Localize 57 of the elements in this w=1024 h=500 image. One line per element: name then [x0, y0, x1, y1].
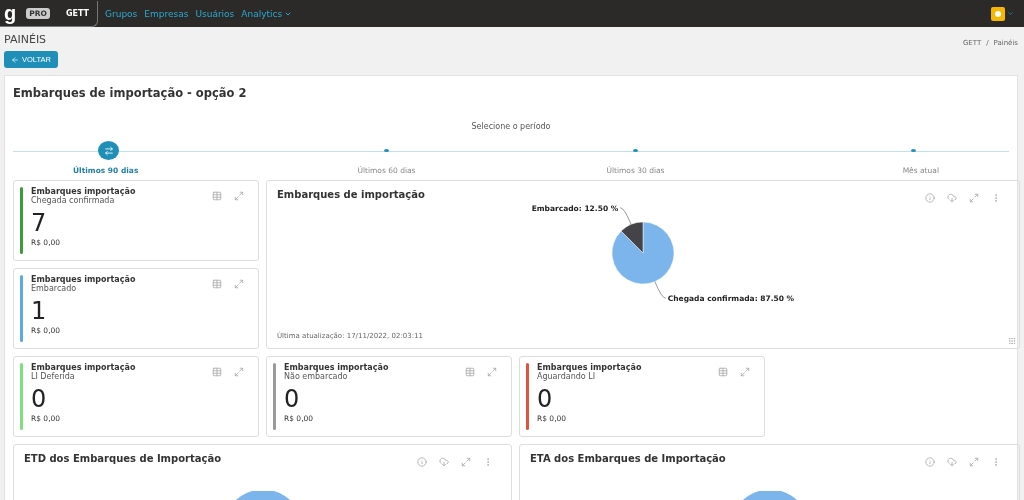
expand-icon[interactable] [740, 367, 750, 377]
nav-link[interactable]: Analytics [241, 8, 293, 19]
caret-icon[interactable] [1007, 10, 1014, 17]
card-value: 0 [284, 385, 301, 413]
table-icon[interactable] [465, 367, 475, 377]
table-icon[interactable] [212, 279, 222, 289]
card-subtitle: Embarcado [31, 284, 77, 293]
table-icon[interactable] [718, 367, 728, 377]
arrow-left-icon [11, 55, 19, 64]
expand-icon[interactable] [969, 193, 979, 203]
card-value: 0 [537, 385, 554, 413]
info-icon[interactable] [925, 457, 935, 467]
leader-line [654, 281, 667, 299]
nav-link[interactable]: Usuários [195, 8, 235, 19]
page-title: PAINÉIS [4, 33, 48, 46]
table-icon[interactable] [212, 367, 222, 377]
period-step[interactable] [384, 149, 389, 152]
card-subtitle: LI Deferida [31, 372, 75, 381]
expand-icon[interactable] [234, 191, 244, 201]
card-value: 0 [31, 385, 48, 413]
panel-title: Embarques de importação - opção 2 [13, 85, 248, 100]
card-title: Embarques importação [31, 187, 137, 196]
cloud-download-icon[interactable] [439, 457, 449, 467]
chart-title: ETA dos Embarques de Importação [530, 453, 726, 464]
expand-icon[interactable] [969, 457, 979, 467]
period-step[interactable] [911, 149, 916, 152]
card-title: Embarques importação [31, 363, 137, 372]
user-avatar[interactable] [991, 6, 1005, 21]
chart-title: ETD dos Embarques de Importação [24, 453, 222, 464]
expand-icon[interactable] [234, 279, 244, 289]
expand-icon[interactable] [487, 367, 497, 377]
swap-arrows-icon [103, 145, 114, 156]
card-title: Embarques importação [31, 275, 137, 284]
resize-grip-icon[interactable] [1008, 337, 1016, 345]
card-value: 7 [31, 209, 48, 237]
table-icon[interactable] [212, 191, 222, 201]
card-subtitle: Chegada confirmada [31, 196, 115, 205]
card-title: Embarques importação [284, 363, 390, 372]
info-icon[interactable] [925, 193, 935, 203]
info-icon[interactable] [417, 457, 427, 467]
leader-line [619, 207, 632, 225]
card-subtitle: Aguardando LI [537, 372, 596, 381]
cloud-download-icon[interactable] [947, 457, 957, 467]
logo[interactable]: g [4, 3, 17, 23]
nav-link[interactable]: Grupos [105, 8, 138, 19]
card-subtitle: Não embarcado [284, 372, 348, 381]
chart-title: Embarques de importação [277, 189, 425, 202]
expand-icon[interactable] [234, 367, 244, 377]
period-step[interactable] [633, 149, 638, 152]
nav-link[interactable]: Empresas [144, 8, 189, 19]
card-title: Embarques importação [537, 363, 643, 372]
period-step[interactable] [98, 141, 119, 160]
cloud-download-icon[interactable] [947, 193, 957, 203]
expand-icon[interactable] [461, 457, 471, 467]
company-name[interactable]: GETT [65, 8, 89, 18]
period-label: Selecione o período [470, 122, 552, 131]
card-value: 1 [31, 297, 48, 325]
